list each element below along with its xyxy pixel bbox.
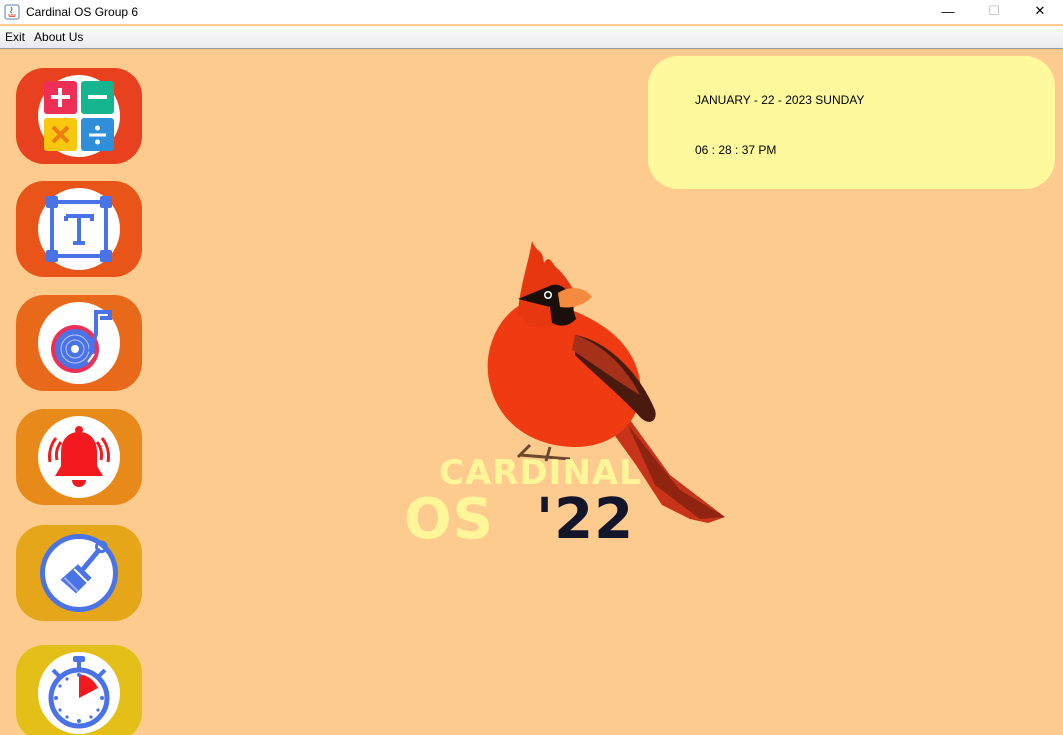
app-icon-backdrop [38,416,120,498]
menu-bar: Exit About Us [0,26,1063,49]
music-player-app-button[interactable] [16,295,142,391]
menu-about-us[interactable]: About Us [29,30,87,44]
alarm-app-button[interactable] [16,409,142,505]
clock-date: JANUARY - 22 - 2023 SUNDAY [695,93,865,107]
close-button[interactable]: ✕ [1017,0,1063,22]
paint-app-button[interactable] [16,525,142,621]
calculator-icon [44,81,114,151]
window-title: Cardinal OS Group 6 [26,5,139,19]
paint-brush-icon [60,540,108,594]
app-icon-backdrop [38,652,120,734]
logo-year-text: '22 [536,487,635,552]
text-editor-icon [46,196,112,262]
alarm-bell-icon [48,426,110,487]
app-icon-backdrop [38,302,120,384]
music-player-icon [51,310,112,373]
cardinal-os-logo: CARDINAL OS '22 [400,235,740,555]
text-editor-app-button[interactable] [16,181,142,277]
menu-exit[interactable]: Exit [0,30,29,44]
app-icon-backdrop [38,188,120,270]
maximize-button[interactable]: ☐ [971,0,1017,22]
clock-widget: JANUARY - 22 - 2023 SUNDAY 06 : 28 : 37 … [648,56,1055,189]
java-app-icon [4,4,20,20]
stopwatch-app-button[interactable] [16,645,142,735]
title-bar: Cardinal OS Group 6 — ☐ ✕ [0,0,1063,24]
app-icon-backdrop [38,75,120,157]
window-controls: — ☐ ✕ [925,0,1063,24]
logo-os-text: OS [404,487,494,552]
minimize-button[interactable]: — [925,0,971,22]
clock-time: 06 : 28 : 37 PM [695,143,777,157]
calculator-app-button[interactable] [16,68,142,164]
app-icon-backdrop [40,534,118,612]
stopwatch-icon [48,656,110,729]
